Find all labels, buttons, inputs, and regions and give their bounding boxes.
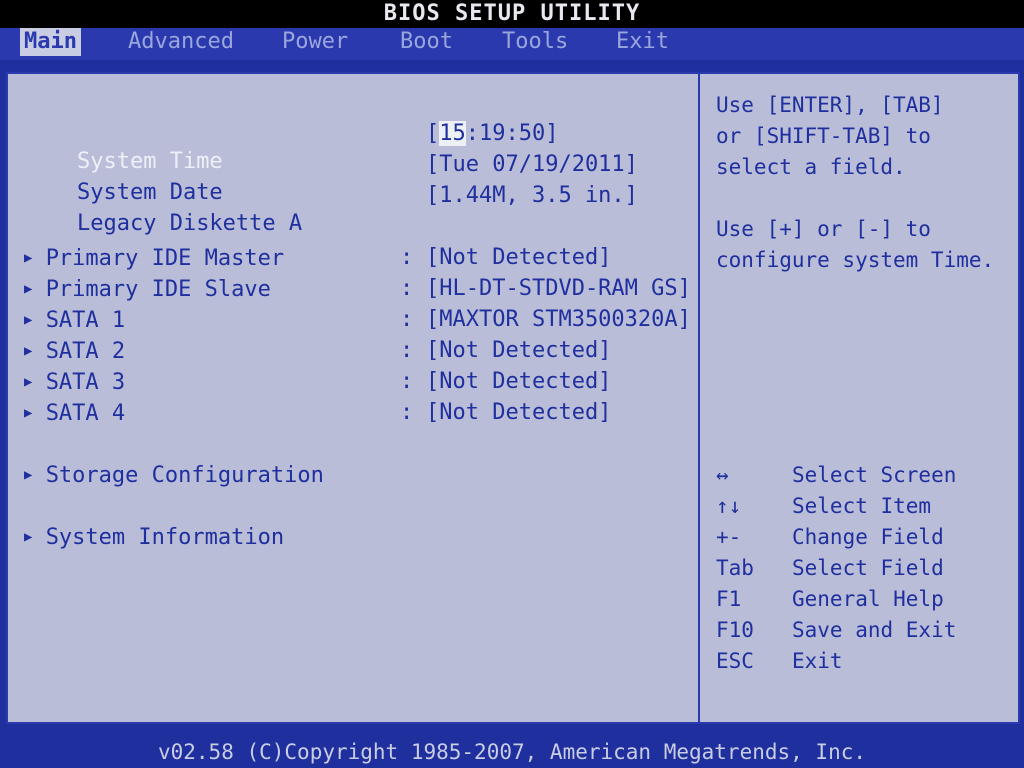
colon-separator: : (400, 338, 414, 363)
system-time-rest: :19:50] (465, 121, 559, 146)
device-value: [Not Detected] (426, 400, 612, 425)
help-line: configure system Time. (716, 248, 995, 272)
submenu-arrow-icon: ▶ (24, 405, 33, 421)
colon-separator: : (400, 369, 414, 394)
help-line: Use [+] or [-] to (716, 217, 931, 241)
menu-tab-advanced[interactable]: Advanced (124, 28, 238, 56)
key-name: F1 (716, 587, 742, 611)
device-row-sata-1[interactable]: ▶ SATA 1 (24, 306, 125, 335)
key-legend-change-field: +- Change Field (716, 522, 944, 553)
device-row-sata-3[interactable]: ▶ SATA 3 (24, 368, 125, 397)
submenu-arrow-icon: ▶ (24, 467, 33, 483)
left-right-arrows-icon: ↔ (716, 463, 729, 487)
submenu-arrow-icon: ▶ (24, 343, 33, 359)
key-legend-select-item: ↑↓ Select Item (716, 491, 931, 522)
key-legend-select-screen: ↔ Select Screen (716, 460, 956, 491)
device-value: [Not Detected] (426, 338, 612, 363)
up-down-arrows-icon: ↑↓ (716, 494, 742, 518)
help-line: or [SHIFT-TAB] to (716, 124, 931, 148)
key-name: Tab (716, 556, 754, 580)
window-title: BIOS SETUP UTILITY (0, 0, 1024, 28)
submenu-arrow-icon: ▶ (24, 281, 33, 297)
key-legend-exit: ESC Exit (716, 646, 843, 677)
submenu-arrow-icon: ▶ (24, 250, 33, 266)
storage-configuration-item[interactable]: ▶ Storage Configuration (24, 461, 324, 490)
key-action: Change Field (792, 525, 944, 549)
system-time-value[interactable]: [15:19:50] (426, 120, 558, 148)
menu-tab-power[interactable]: Power (278, 28, 352, 56)
device-label: Primary IDE Slave (45, 277, 271, 302)
colon-separator: : (400, 276, 414, 301)
system-information-label: System Information (45, 525, 285, 550)
key-name: +- (716, 525, 742, 549)
key-action: Select Item (792, 494, 932, 518)
storage-configuration-label: Storage Configuration (45, 463, 324, 488)
device-value: [Not Detected] (426, 245, 612, 270)
submenu-arrow-icon: ▶ (24, 374, 33, 390)
main-settings-panel: System Time [15:19:50] System Date [Tue … (6, 72, 700, 724)
system-date-value[interactable]: [Tue 07/19/2011] (426, 151, 638, 179)
key-action: Select Field (792, 556, 944, 580)
menu-tab-exit[interactable]: Exit (612, 28, 673, 56)
menu-tab-tools[interactable]: Tools (498, 28, 572, 56)
device-label: Primary IDE Master (45, 246, 285, 271)
key-action: Exit (792, 649, 843, 673)
key-action: General Help (792, 587, 944, 611)
device-label: SATA 3 (45, 370, 126, 395)
help-line: select a field. (716, 155, 906, 179)
menu-bar: Main Advanced Power Boot Tools Exit (0, 28, 1024, 60)
device-row-primary-ide-slave[interactable]: ▶ Primary IDE Slave (24, 275, 271, 304)
key-legend-save-exit: F10 Save and Exit (716, 615, 956, 646)
device-row-sata-4[interactable]: ▶ SATA 4 (24, 399, 125, 428)
system-time-bracket: [ (426, 121, 440, 146)
device-value: [HL-DT-STDVD-RAM GS] (426, 276, 691, 301)
device-label: SATA 2 (45, 339, 126, 364)
key-action: Select Screen (792, 463, 957, 487)
copyright-footer: v02.58 (C)Copyright 1985-2007, American … (157, 740, 866, 764)
key-legend-general-help: F1 General Help (716, 584, 944, 615)
colon-separator: : (400, 400, 414, 425)
system-information-item[interactable]: ▶ System Information (24, 523, 284, 552)
key-action: Save and Exit (792, 618, 957, 642)
colon-separator: : (400, 307, 414, 332)
device-label: SATA 4 (45, 401, 126, 426)
menu-tab-main[interactable]: Main (20, 28, 81, 56)
device-row-primary-ide-master[interactable]: ▶ Primary IDE Master (24, 244, 284, 273)
device-row-sata-2[interactable]: ▶ SATA 2 (24, 337, 125, 366)
submenu-arrow-icon: ▶ (24, 312, 33, 328)
colon-separator: : (400, 245, 414, 270)
key-legend-select-field: Tab Select Field (716, 553, 944, 584)
legacy-diskette-label: Legacy Diskette A (76, 211, 303, 236)
device-label: SATA 1 (45, 308, 126, 333)
help-panel: Use [ENTER], [TAB] or [SHIFT-TAB] to sel… (698, 72, 1020, 724)
menu-tab-boot[interactable]: Boot (396, 28, 457, 56)
key-name: ESC (716, 649, 754, 673)
help-line: Use [ENTER], [TAB] (716, 93, 944, 117)
system-time-hours-cursor[interactable]: 15 (439, 121, 466, 146)
key-name: F10 (716, 618, 754, 642)
legacy-diskette-value[interactable]: [1.44M, 3.5 in.] (426, 182, 638, 210)
device-value: [Not Detected] (426, 369, 612, 394)
submenu-arrow-icon: ▶ (24, 529, 33, 545)
device-value: [MAXTOR STM3500320A] (426, 307, 691, 332)
